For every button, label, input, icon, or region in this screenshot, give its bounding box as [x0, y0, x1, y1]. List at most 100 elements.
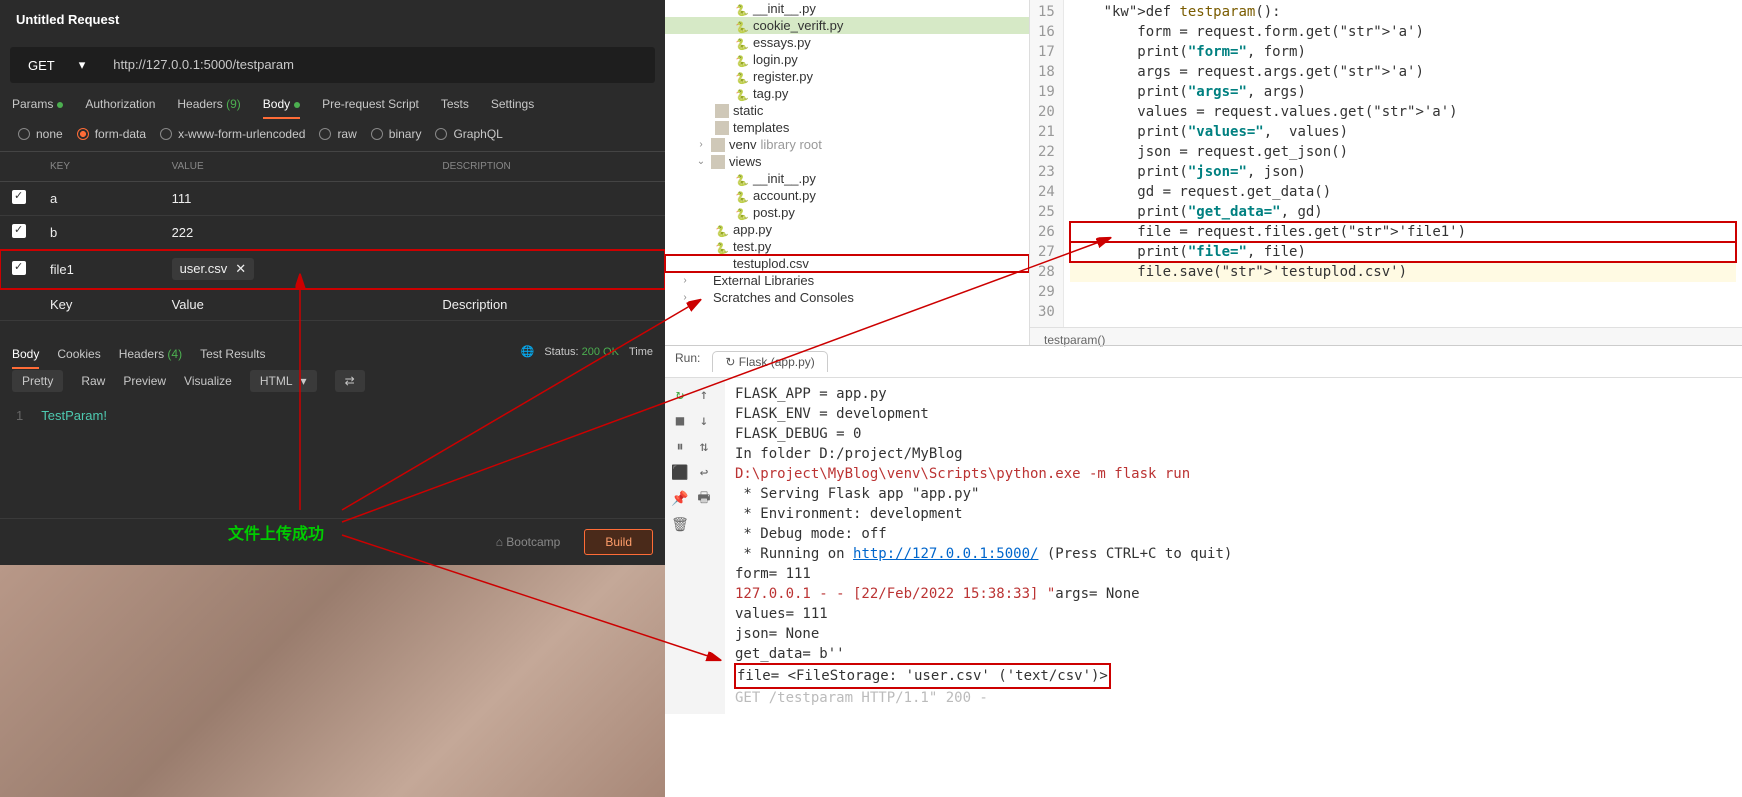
trash-icon[interactable]: 🗑	[669, 514, 691, 536]
radio-graphql[interactable]: GraphQL	[435, 127, 502, 141]
tree-item[interactable]: test.py	[665, 238, 1029, 255]
tree-item[interactable]: tag.py	[665, 85, 1029, 102]
file-icon	[695, 274, 709, 288]
tree-label: essays.py	[753, 35, 811, 50]
tab-body[interactable]: Body	[263, 97, 300, 111]
down-icon[interactable]: ↓	[693, 410, 715, 432]
radio-binary[interactable]: binary	[371, 127, 422, 141]
rerun-icon[interactable]: ↻	[669, 384, 691, 406]
rtab-headers[interactable]: Headers (4)	[119, 347, 182, 361]
file-icon	[715, 257, 729, 271]
chevron-down-icon: ▾	[79, 57, 86, 73]
view-preview[interactable]: Preview	[123, 374, 166, 388]
wrap2-icon[interactable]: ↩	[693, 462, 715, 484]
file-icon	[735, 19, 749, 33]
tab-settings[interactable]: Settings	[491, 97, 534, 111]
tab-params[interactable]: Params	[12, 97, 63, 111]
chevron-down-icon: ▾	[301, 374, 307, 388]
tree-label: login.py	[753, 52, 798, 67]
table-row-placeholder[interactable]: KeyValueDescription	[0, 289, 665, 321]
tree-label: post.py	[753, 205, 795, 220]
tab-headers[interactable]: Headers (9)	[177, 97, 240, 111]
view-visualize[interactable]: Visualize	[184, 374, 232, 388]
tree-item[interactable]: templates	[665, 119, 1029, 136]
tree-item[interactable]: ⌄ views	[665, 153, 1029, 170]
url-input[interactable]: http://127.0.0.1:5000/testparam	[103, 47, 655, 83]
tree-item[interactable]: testuplod.csv	[665, 255, 1029, 272]
filter-icon[interactable]: ⇅	[693, 436, 715, 458]
wrap-icon[interactable]: ⇄	[335, 370, 365, 392]
tree-item[interactable]: __init__.py	[665, 170, 1029, 187]
breadcrumb[interactable]: testparam()	[1030, 327, 1742, 345]
tree-item[interactable]: app.py	[665, 221, 1029, 238]
rtab-cookies[interactable]: Cookies	[57, 347, 100, 361]
tree-label: templates	[733, 120, 789, 135]
run-tab[interactable]: ↻ Flask (app.py)	[712, 351, 827, 372]
table-row[interactable]: b222	[0, 216, 665, 250]
exit-icon[interactable]: ⬛	[669, 462, 691, 484]
globe-icon[interactable]: 🌐	[521, 345, 535, 358]
tab-authorization[interactable]: Authorization	[85, 97, 155, 111]
close-icon[interactable]: ✕	[235, 261, 246, 277]
tree-label: cookie_verift.py	[753, 18, 843, 33]
table-row[interactable]: a111	[0, 182, 665, 216]
table-row[interactable]: file1user.csv✕	[0, 250, 665, 289]
tree-label: register.py	[753, 69, 813, 84]
response-body: 1 TestParam!	[0, 404, 665, 427]
pause-icon[interactable]: ⏸	[669, 436, 691, 458]
tree-suffix: library root	[760, 137, 821, 152]
tree-label: testuplod.csv	[733, 256, 809, 271]
bootcamp-button[interactable]: ⌂ Bootcamp	[484, 529, 573, 555]
tree-item[interactable]: register.py	[665, 68, 1029, 85]
radio-urlencoded[interactable]: x-www-form-urlencoded	[160, 127, 305, 141]
code-editor[interactable]: 15161718192021222324252627282930 "kw">de…	[1030, 0, 1742, 333]
tree-item[interactable]: ›External Libraries	[665, 272, 1029, 289]
rtab-body[interactable]: Body	[12, 347, 39, 361]
file-icon	[735, 87, 749, 101]
project-tree[interactable]: __init__.pycookie_verift.pyessays.pylogi…	[665, 0, 1030, 345]
tree-item[interactable]: account.py	[665, 187, 1029, 204]
rtab-testresults[interactable]: Test Results	[200, 347, 265, 361]
chevron-icon: ⌄	[695, 156, 707, 167]
stop-icon[interactable]: ■	[669, 410, 691, 432]
tree-item[interactable]: cookie_verift.py	[665, 17, 1029, 34]
print-icon[interactable]: 🖶	[693, 488, 715, 510]
form-data-table: KEYVALUEDESCRIPTION a111 b222 file1user.…	[0, 151, 665, 321]
lang-dropdown[interactable]: HTML▾	[250, 370, 317, 392]
request-title: Untitled Request	[0, 0, 665, 39]
radio-raw[interactable]: raw	[319, 127, 356, 141]
view-raw[interactable]: Raw	[81, 374, 105, 388]
chevron-icon: ›	[695, 139, 707, 150]
build-button[interactable]: Build	[584, 529, 653, 555]
tree-item[interactable]: ›venv library root	[665, 136, 1029, 153]
file-icon	[735, 70, 749, 84]
checkbox-icon[interactable]	[12, 190, 26, 204]
tree-item[interactable]: ›Scratches and Consoles	[665, 289, 1029, 306]
checkbox-icon[interactable]	[12, 261, 26, 275]
tree-item[interactable]: static	[665, 102, 1029, 119]
run-output[interactable]: FLASK_APP = app.pyFLASK_ENV = developmen…	[725, 378, 1742, 714]
file-icon	[735, 36, 749, 50]
file-icon	[735, 206, 749, 220]
pin-icon[interactable]: 📌	[669, 488, 691, 510]
tree-item[interactable]: essays.py	[665, 34, 1029, 51]
view-pretty[interactable]: Pretty	[12, 370, 63, 392]
tree-item[interactable]: post.py	[665, 204, 1029, 221]
tree-item[interactable]: login.py	[665, 51, 1029, 68]
run-toolbar: ↻ ↑ ■ ↓ ⏸ ⇅ ⬛ ↩ 📌 🖶 🗑	[665, 378, 725, 714]
method-dropdown[interactable]: GET▾	[10, 47, 103, 83]
tab-prerequest[interactable]: Pre-request Script	[322, 97, 419, 111]
checkbox-icon[interactable]	[12, 224, 26, 238]
file-icon	[715, 121, 729, 135]
radio-form-data[interactable]: form-data	[77, 127, 146, 141]
tree-item[interactable]: __init__.py	[665, 0, 1029, 17]
tree-label: Scratches and Consoles	[713, 290, 854, 305]
tab-tests[interactable]: Tests	[441, 97, 469, 111]
file-badge[interactable]: user.csv✕	[172, 258, 255, 280]
tree-label: views	[729, 154, 762, 169]
annotation-text: 文件上传成功	[228, 520, 324, 544]
radio-none[interactable]: none	[18, 127, 63, 141]
file-icon	[711, 138, 725, 152]
up-icon[interactable]: ↑	[693, 384, 715, 406]
tree-label: static	[733, 103, 763, 118]
